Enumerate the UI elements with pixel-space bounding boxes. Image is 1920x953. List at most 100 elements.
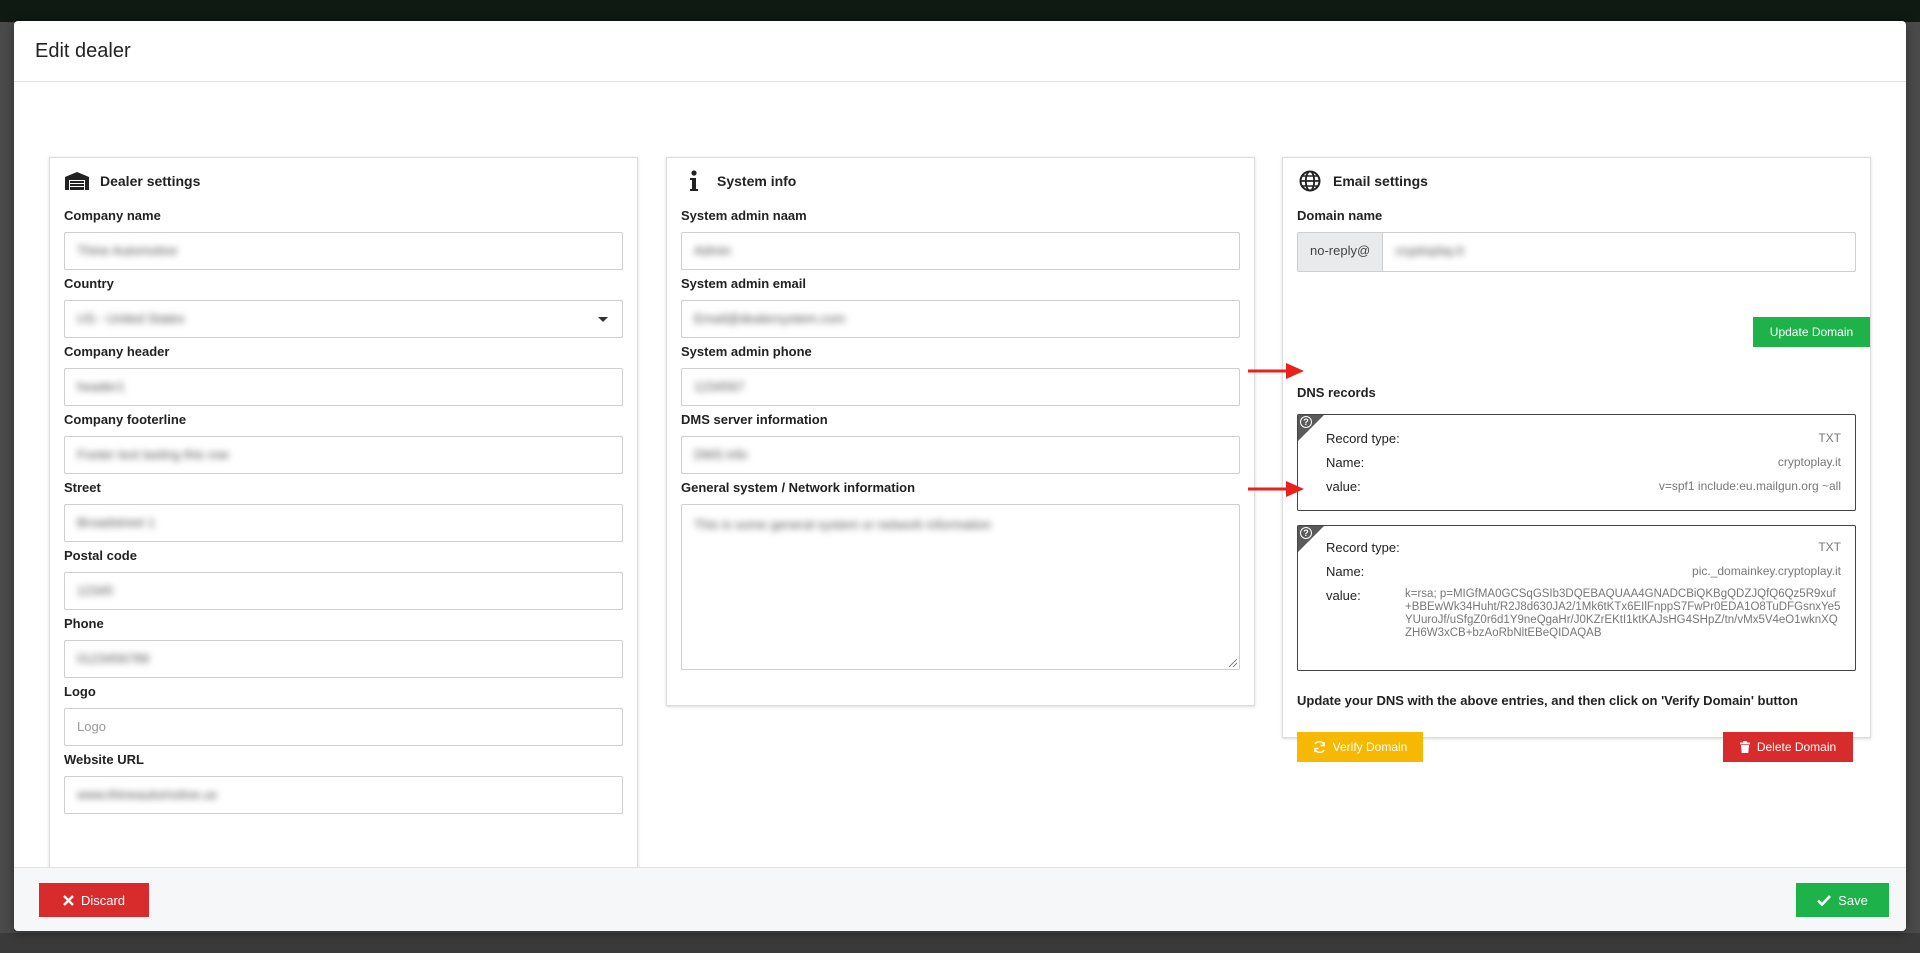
company-header-label: Company header	[64, 344, 170, 359]
street-label: Street	[64, 480, 101, 495]
dns-record-dkim: ? Record type: TXT Name: pic._domainkey.…	[1297, 525, 1856, 671]
country-select[interactable]: US - United States	[64, 300, 623, 338]
company-name-label: Company name	[64, 208, 161, 223]
system-admin-phone-input[interactable]: 1234567	[681, 368, 1240, 406]
dms-server-field: DMS server information DMS info	[681, 412, 1240, 474]
delete-domain-label: Delete Domain	[1756, 740, 1837, 754]
resize-handle-icon[interactable]	[1229, 659, 1237, 667]
record-name-value: pic._domainkey.cryptoplay.it	[1692, 564, 1841, 578]
info-icon	[681, 170, 707, 192]
system-admin-naam-label: System admin naam	[681, 208, 807, 223]
discard-button[interactable]: Discard	[39, 883, 149, 917]
dns-record-spf: ? Record type: TXT Name: cryptoplay.it v…	[1297, 414, 1856, 511]
verify-domain-button[interactable]: Verify Domain	[1297, 732, 1423, 762]
postal-code-input[interactable]: 12345	[64, 572, 623, 610]
system-admin-naam-input[interactable]: Admin	[681, 232, 1240, 270]
system-admin-email-label: System admin email	[681, 276, 806, 291]
dns-record-type-row: Record type: TXT	[1326, 540, 1841, 555]
logo-placeholder: Logo	[77, 719, 106, 734]
domain-value: cryptoplay.it	[1395, 243, 1464, 258]
street-field: Street Broadstreet 1	[64, 480, 623, 542]
question-circle-icon[interactable]: ?	[1300, 527, 1312, 539]
dms-server-label: DMS server information	[681, 412, 828, 427]
website-url-value: www.thineautomotive.us	[77, 787, 218, 802]
dns-records-heading: DNS records	[1297, 385, 1376, 400]
close-icon	[63, 894, 74, 906]
phone-label: Phone	[64, 616, 104, 631]
system-admin-naam-value: Admin	[694, 243, 731, 258]
phone-field: Phone 0123456789	[64, 616, 623, 678]
globe-icon	[1297, 170, 1323, 192]
logo-label: Logo	[64, 684, 96, 699]
email-settings-title: Email settings	[1333, 173, 1428, 189]
dns-instruction-text: Update your DNS with the above entries, …	[1297, 693, 1798, 708]
country-value: US - United States	[77, 311, 185, 326]
record-name-label: Name:	[1326, 564, 1365, 579]
domain-name-field: Domain name no-reply@ cryptoplay.it	[1283, 208, 1870, 272]
domain-input-group: no-reply@ cryptoplay.it	[1297, 232, 1856, 272]
system-admin-email-value: Email@dealersystem.com	[694, 311, 846, 326]
postal-code-label: Postal code	[64, 548, 137, 563]
delete-domain-button[interactable]: Delete Domain	[1723, 732, 1853, 762]
phone-input[interactable]: 0123456789	[64, 640, 623, 678]
logo-field: Logo Logo	[64, 684, 623, 746]
save-button[interactable]: Save	[1796, 883, 1889, 917]
network-info-label: General system / Network information	[681, 480, 916, 495]
email-settings-panel: Email settings Domain name no-reply@ cry…	[1282, 157, 1871, 762]
domain-field-wrapper: Domain name no-reply@ cryptoplay.it	[1297, 208, 1856, 272]
record-name-label: Name:	[1326, 455, 1365, 470]
system-info-panel: System info System admin naam Admin Syst…	[666, 157, 1255, 706]
website-url-input[interactable]: www.thineautomotive.us	[64, 776, 623, 814]
postal-code-field: Postal code 12345	[64, 548, 623, 610]
email-settings-header: Email settings	[1283, 158, 1870, 202]
dms-server-value: DMS info	[694, 447, 748, 462]
update-domain-button[interactable]: Update Domain	[1753, 317, 1870, 347]
phone-value: 0123456789	[77, 651, 150, 666]
street-input[interactable]: Broadstreet 1	[64, 504, 623, 542]
company-name-input[interactable]: Thine Automotive	[64, 232, 623, 270]
record-value-text: v=spf1 include:eu.mailgun.org ~all	[1658, 479, 1841, 493]
company-footerline-input[interactable]: Footer text lasting this row	[64, 436, 623, 474]
domain-input[interactable]: cryptoplay.it	[1383, 233, 1855, 271]
dealer-settings-title: Dealer settings	[100, 173, 201, 189]
modal-header: Edit dealer	[14, 21, 1906, 82]
discard-label: Discard	[80, 892, 126, 908]
record-value-text: k=rsa; p=MIGfMA0GCSqGSIb3DQEBAQUAA4GNADC…	[1405, 588, 1841, 639]
company-footerline-field: Company footerline Footer text lasting t…	[64, 412, 623, 474]
network-info-value: This is some general system or network i…	[694, 517, 991, 532]
dealer-settings-panel: Dealer settings Company name Thine Autom…	[49, 157, 638, 872]
street-value: Broadstreet 1	[77, 515, 156, 530]
annotation-arrow-icon	[1248, 481, 1304, 497]
network-info-textarea[interactable]: This is some general system or network i…	[681, 504, 1240, 670]
country-label: Country	[64, 276, 114, 291]
postal-code-value: 12345	[77, 583, 114, 598]
country-field: Country US - United States	[64, 276, 623, 338]
company-header-field: Company header header1	[64, 344, 623, 406]
record-type-label: Record type:	[1326, 431, 1400, 446]
modal-title: Edit dealer	[35, 39, 131, 62]
record-value-label: value:	[1326, 588, 1361, 603]
check-icon	[1817, 894, 1832, 906]
question-circle-icon[interactable]: ?	[1300, 416, 1312, 428]
refresh-icon	[1313, 741, 1325, 753]
dealer-settings-header: Dealer settings	[64, 158, 623, 202]
domain-prefix: no-reply@	[1298, 233, 1384, 271]
modal-body: Dealer settings Company name Thine Autom…	[14, 82, 1906, 872]
background-app-content	[0, 933, 1920, 953]
record-name-value: cryptoplay.it	[1777, 455, 1841, 469]
dms-server-input[interactable]: DMS info	[681, 436, 1240, 474]
record-value-label: value:	[1326, 479, 1361, 494]
system-admin-email-input[interactable]: Email@dealersystem.com	[681, 300, 1240, 338]
system-admin-email-field: System admin email Email@dealersystem.co…	[681, 276, 1240, 338]
domain-name-label: Domain name	[1297, 208, 1383, 223]
company-footerline-value: Footer text lasting this row	[77, 447, 229, 462]
logo-input[interactable]: Logo	[64, 708, 623, 746]
modal-footer: Discard Save	[14, 867, 1906, 931]
system-admin-naam-field: System admin naam Admin	[681, 208, 1240, 270]
trash-icon	[1739, 741, 1750, 753]
dns-record-name-row: Name: pic._domainkey.cryptoplay.it	[1326, 564, 1841, 579]
company-header-input[interactable]: header1	[64, 368, 623, 406]
network-info-field: General system / Network information Thi…	[681, 480, 1240, 670]
website-url-field: Website URL www.thineautomotive.us	[64, 752, 623, 814]
dns-record-type-row: Record type: TXT	[1326, 431, 1841, 446]
